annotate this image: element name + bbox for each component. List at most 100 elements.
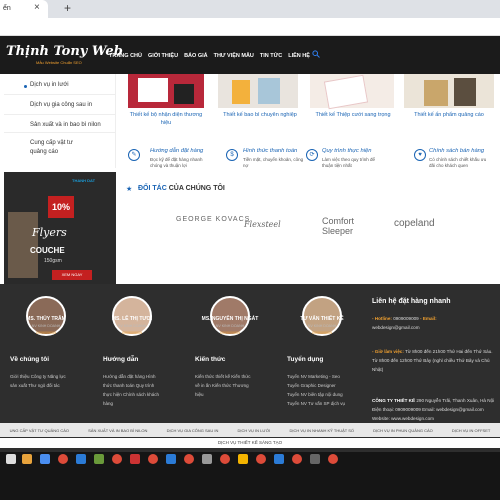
app-icon[interactable] <box>310 454 320 464</box>
service-desc-policy: Có chính sách chiết khấu ưu đãi cho khác… <box>429 157 487 168</box>
chrome-icon[interactable] <box>220 454 230 464</box>
bottom-link[interactable]: DỊCH VỤ IN LƯỚI <box>238 428 271 433</box>
sidebar-item-screen-printing[interactable]: Dịch vụ in lưới <box>4 82 116 88</box>
sidebar-item-ad-supplies[interactable]: Cung cấp vật tư quảng cáo <box>4 132 116 157</box>
team-name: MS. NGUYỄN THỊ NGÁT <box>201 316 259 322</box>
browser-tab[interactable]: ển × <box>0 0 48 18</box>
site-header: Thịnh Tony Web Mẫu Website Chuẩn SEO TRA… <box>0 36 500 74</box>
app-icon[interactable] <box>238 454 248 464</box>
nav-item-templates[interactable]: THƯ VIỆN MẪU <box>214 53 254 59</box>
app-icon[interactable] <box>40 454 50 464</box>
partners-heading: ĐỐI TÁC CỦA CHÚNG TÔI <box>138 185 225 192</box>
bottom-link[interactable]: DỊCH VỤ IN PHUN QUẢNG CÁO <box>373 428 433 433</box>
product-image-ad-print[interactable] <box>404 74 494 108</box>
search-icon[interactable] <box>312 50 320 60</box>
footer-heading-recruitment: Tuyển dụng <box>287 356 324 363</box>
banner-logo: THANH DAT <box>72 178 96 183</box>
tab-title: ển <box>3 5 11 12</box>
app-icon[interactable] <box>274 454 284 464</box>
service-title-policy[interactable]: Chính sách bán hàng <box>429 148 484 154</box>
team-phone[interactable]: 0909009009 <box>282 331 362 335</box>
team-role: NV KINH DOANH <box>31 324 61 328</box>
package-box <box>232 80 250 104</box>
tab-close-icon[interactable]: × <box>34 2 40 13</box>
branding-card <box>138 78 168 102</box>
product-image-packaging[interactable] <box>218 74 298 108</box>
contact-hotline: - Hotline: 0909009009 - Email: webdesign… <box>372 316 437 330</box>
sidebar-item-nylon-packaging[interactable]: Sản xuất và in bao bì nilon <box>4 114 116 128</box>
banner-photo <box>8 212 38 278</box>
site-logo[interactable]: Thịnh Tony Web <box>6 44 123 59</box>
footer-links-guide[interactable]: Hướng dẫn đặt hàng Hình thức thanh toán … <box>103 372 173 408</box>
logo-subtitle: Mẫu Website Chuẩn SEO <box>36 60 82 65</box>
product-label-packaging[interactable]: Thiết kế bao bì chuyên nghiệp <box>222 111 298 119</box>
chrome-icon[interactable] <box>328 454 338 464</box>
bottom-link[interactable]: UNG CẤP VẬT TƯ QUẢNG CÁO <box>10 428 69 433</box>
partner-logo-copeland[interactable]: copeland <box>394 218 435 229</box>
product-image-branding[interactable] <box>128 74 204 108</box>
service-desc-process: Làm việc theo quy trình để thuận tiện nh… <box>322 157 376 168</box>
star-icon: ★ <box>126 186 133 193</box>
team-phone[interactable]: 0909009009 <box>92 331 172 335</box>
discount-badge: 10% <box>48 196 74 218</box>
footer-links-knowledge[interactable]: Kiến thức thiết kế Kiến thức về in ấn Ki… <box>195 372 267 399</box>
chrome-icon[interactable] <box>256 454 266 464</box>
app-icon[interactable] <box>202 454 212 464</box>
service-title-process[interactable]: Quy trình thực hiện <box>322 148 371 154</box>
chrome-icon[interactable] <box>58 454 68 464</box>
footer-heading-about: Về chúng tôi <box>10 356 49 363</box>
partner-logo-flexsteel[interactable]: Flexsteel <box>244 220 281 229</box>
process-icon: ⟳ <box>306 149 318 161</box>
product-label-wedding-card[interactable]: Thiết kế Thiệp cưới sang trọng <box>314 111 392 119</box>
start-icon[interactable] <box>6 454 16 464</box>
app-icon[interactable] <box>130 454 140 464</box>
app-icon[interactable] <box>94 454 104 464</box>
bottom-link[interactable]: DỊCH VỤ IN NHANH KỸ THUẬT SỐ <box>290 428 355 433</box>
team-name: MS. THỦY TRÂM <box>26 316 66 322</box>
nav-item-home[interactable]: TRANG CHỦ <box>109 53 142 59</box>
nav-item-about[interactable]: GIỚI THIỆU <box>148 53 178 59</box>
partner-logo-comfort-sleeper[interactable]: Comfort Sleeper <box>322 216 370 236</box>
bottom-service-links: UNG CẤP VẬT TƯ QUẢNG CÁO SẢN XUẤT VÀ IN … <box>0 423 500 437</box>
service-desc-payment: Tiền mặt, chuyển khoản, công nợ <box>243 157 304 168</box>
chrome-icon[interactable] <box>148 454 158 464</box>
bottom-link[interactable]: DỊCH VỤ GIA CÔNG SAU IN <box>167 428 219 433</box>
contact-hours: - Giờ làm việc: Từ 8h00 đến 21h00 Thứ Ha… <box>372 349 493 372</box>
nav-item-news[interactable]: TIN TỨC <box>260 53 282 59</box>
chrome-icon[interactable] <box>292 454 302 464</box>
service-title-payment[interactable]: Hình thức thanh toán <box>243 148 297 154</box>
chrome-icon[interactable] <box>184 454 194 464</box>
branding-box <box>174 84 194 104</box>
footer-links-recruitment[interactable]: Tuyển NV Marketing - Seo Tuyển Graphic D… <box>287 372 367 408</box>
flyer-1 <box>424 80 448 106</box>
app-icon[interactable] <box>76 454 86 464</box>
contact-heading: Liên hệ đặt hàng nhanh <box>372 298 451 305</box>
bottom-link[interactable]: DỊCH VỤ IN OFFSET <box>452 428 490 433</box>
banner-title: Flyers <box>32 226 67 239</box>
flyer-2 <box>454 78 476 106</box>
chrome-icon[interactable] <box>112 454 122 464</box>
address-bar[interactable] <box>0 18 500 36</box>
sidebar-item-post-processing[interactable]: Dịch vụ gia công sau in <box>4 94 116 108</box>
footer-links-about[interactable]: Giới thiệu Công ty Năng lực sản xuất Thư… <box>10 372 90 390</box>
nav-item-pricing[interactable]: BÁO GIÁ <box>184 53 208 59</box>
promo-banner[interactable]: THANH DAT 10% Flyers COUCHE 150gsm XEM N… <box>4 172 116 284</box>
product-label-branding[interactable]: Thiết kế bộ nhận diện thương hiệu <box>128 111 204 127</box>
product-image-wedding-card[interactable] <box>310 74 394 110</box>
new-tab-icon[interactable]: + <box>64 1 71 15</box>
service-title-ordering[interactable]: Hướng dẫn đặt hàng <box>150 148 203 154</box>
clipboard-icon: ✎ <box>128 149 140 161</box>
team-phone[interactable]: 0909009009 <box>6 331 86 335</box>
nav-item-contact[interactable]: LIÊN HỆ <box>288 53 310 59</box>
team-phone[interactable]: 0909009009 <box>190 331 270 335</box>
bottom-link-design[interactable]: DỊCH VỤ THIẾT KẾ SÁNG TẠO <box>0 438 500 448</box>
bottom-link[interactable]: SẢN XUẤT VÀ IN BAO BÌ NILON <box>88 428 147 433</box>
folder-icon[interactable] <box>22 454 32 464</box>
payment-icon: $ <box>226 149 238 161</box>
app-icon[interactable] <box>166 454 176 464</box>
product-label-ad-print[interactable]: Thiết kế ấn phẩm quảng cáo <box>408 111 490 119</box>
partner-logo-george-kovacs[interactable]: GEORGE KOVACS <box>176 216 250 223</box>
contact-company: CÔNG TY THIẾT KẾ 290 Nguyễn Trãi, Thanh … <box>372 398 495 421</box>
package-bag <box>258 78 280 104</box>
view-now-button[interactable]: XEM NGAY <box>52 270 92 280</box>
